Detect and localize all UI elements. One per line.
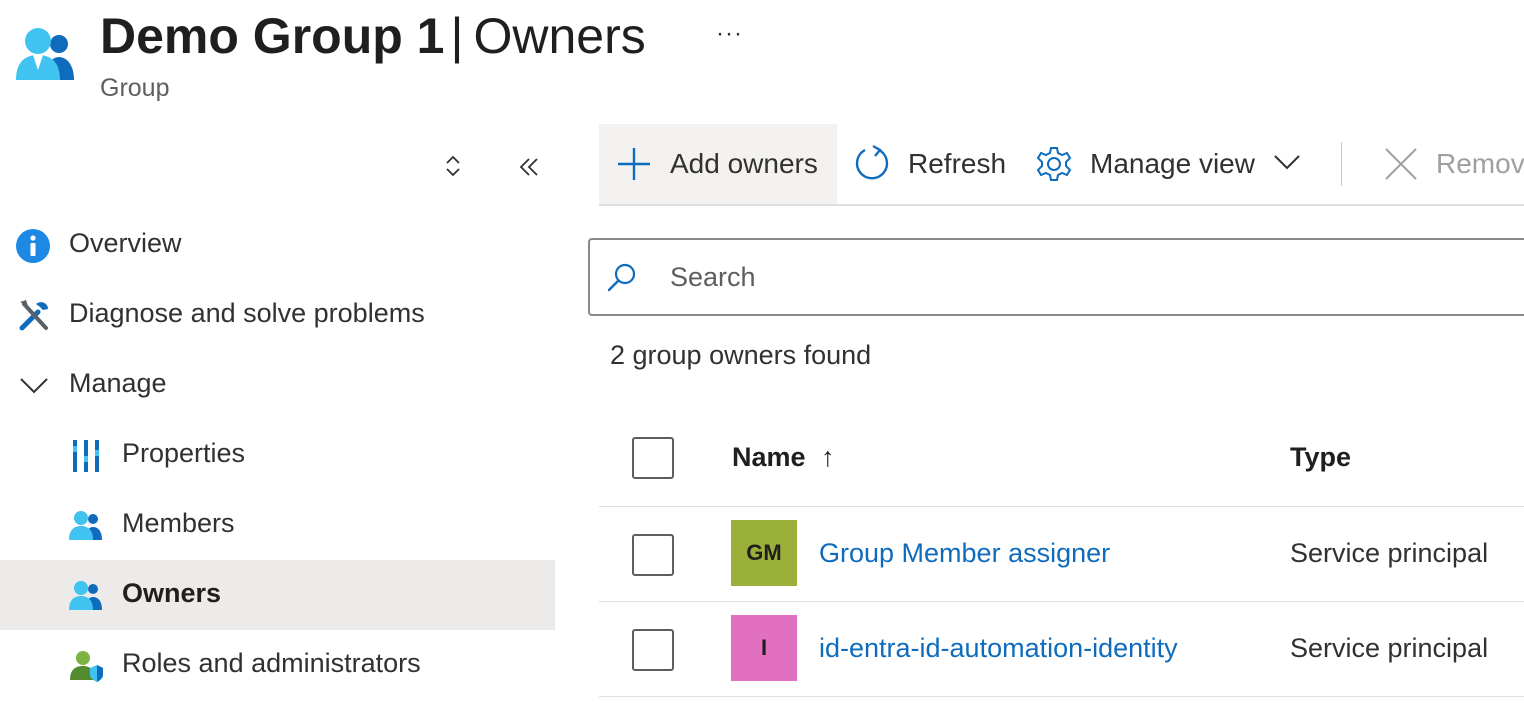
sort-updown-icon[interactable] <box>440 152 466 180</box>
remove-label: Remov <box>1436 148 1524 179</box>
sidebar-item-properties[interactable]: Properties <box>0 420 555 490</box>
sidebar-item-label: Members <box>122 508 235 538</box>
plus-icon <box>618 148 650 180</box>
owner-type: Service principal <box>1290 538 1489 568</box>
remove-button[interactable]: Remov <box>1379 124 1524 204</box>
column-header-name[interactable]: Name ↑ <box>732 442 835 473</box>
group-users-icon <box>16 28 74 80</box>
add-owners-label: Add owners <box>670 148 818 179</box>
table-row: I id-entra-id-automation-identity Servic… <box>599 602 1524 697</box>
sidebar-item-label: Overview <box>69 228 182 258</box>
row-checkbox[interactable] <box>632 534 674 576</box>
add-owners-button[interactable]: Add owners <box>599 124 837 204</box>
gear-icon <box>1036 147 1072 181</box>
table-row: GM Group Member assigner Service princip… <box>599 507 1524 602</box>
search-input[interactable]: Search <box>588 238 1524 316</box>
wrench-screwdriver-icon <box>19 300 48 331</box>
refresh-button[interactable]: Refresh <box>851 124 1011 204</box>
sidebar-item-label: Roles and administrators <box>122 648 421 678</box>
manage-view-label: Manage view <box>1090 148 1255 179</box>
page-title: Demo Group 1 | Owners <box>100 4 646 68</box>
sidebar-item-overview[interactable]: Overview <box>0 210 555 280</box>
sidebar-item-label: Properties <box>122 438 246 468</box>
more-actions-button[interactable]: ··· <box>716 20 743 48</box>
refresh-label: Refresh <box>908 148 1007 179</box>
search-icon <box>607 263 636 292</box>
owners-icon <box>69 581 102 610</box>
group-name: Demo Group 1 <box>100 8 445 64</box>
command-bar: Add owners Refresh Manage view Remov <box>599 124 1524 206</box>
info-icon <box>16 229 50 263</box>
roles-icon <box>70 651 103 682</box>
chevron-down-icon <box>20 378 48 394</box>
sidebar-item-label: Owners <box>122 578 222 608</box>
sidebar-item-roles[interactable]: Roles and administrators <box>0 630 555 700</box>
members-icon <box>69 511 102 540</box>
avatar: I <box>731 615 797 681</box>
sort-ascending-icon: ↑ <box>821 442 835 472</box>
title-separator: | <box>450 8 464 64</box>
chevron-down-icon <box>1274 155 1300 170</box>
avatar: GM <box>731 520 797 586</box>
manage-view-button[interactable]: Manage view <box>1033 124 1313 204</box>
sidebar-item-label: Manage <box>69 368 167 398</box>
row-checkbox[interactable] <box>632 629 674 671</box>
sidebar-item-diagnose[interactable]: Diagnose and solve problems <box>0 280 555 350</box>
search-placeholder: Search <box>670 262 756 292</box>
table-header: Name ↑ Type <box>599 412 1524 507</box>
toolbar-divider <box>1341 142 1342 186</box>
owner-name-link[interactable]: id-entra-id-automation-identity <box>819 633 1178 664</box>
collapse-sidebar-icon[interactable] <box>516 154 542 180</box>
owner-type: Service principal <box>1290 633 1489 663</box>
sidebar-item-owners[interactable]: Owners <box>0 560 555 630</box>
close-icon <box>1385 148 1417 180</box>
select-all-checkbox[interactable] <box>632 437 674 479</box>
sidebar-item-members[interactable]: Members <box>0 490 555 560</box>
sidebar-item-label: Diagnose and solve problems <box>69 298 425 328</box>
refresh-icon <box>855 144 889 180</box>
properties-icon <box>73 440 99 472</box>
owner-name-link[interactable]: Group Member assigner <box>819 538 1110 569</box>
column-header-type[interactable]: Type <box>1290 442 1351 473</box>
page-subtitle: Group <box>100 74 170 102</box>
page-name: Owners <box>473 8 646 64</box>
column-name-label: Name <box>732 442 806 472</box>
sidebar-item-manage[interactable]: Manage <box>0 350 555 420</box>
results-count: 2 group owners found <box>610 340 872 370</box>
